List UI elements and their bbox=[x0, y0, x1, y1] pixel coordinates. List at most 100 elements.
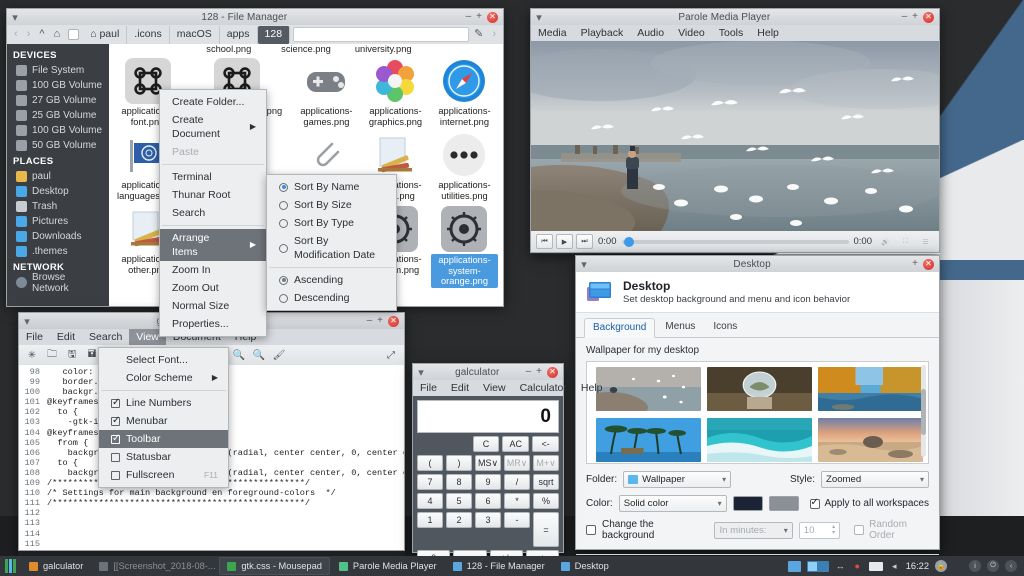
fm-sidebar[interactable]: DEVICESFile System100 GB Volume27 GB Vol… bbox=[7, 44, 109, 306]
calc-key-sqrt[interactable]: sqrt bbox=[533, 474, 559, 490]
sort-sort-by-name[interactable]: Sort By Name bbox=[267, 178, 396, 196]
view-statusbar[interactable]: Statusbar bbox=[99, 448, 228, 466]
record-icon[interactable]: ● bbox=[852, 561, 863, 572]
volume-icon[interactable]: ◂ bbox=[889, 561, 900, 572]
volume-icon[interactable]: 🔊 bbox=[877, 234, 894, 249]
breadcrumb-paul[interactable]: ⌂ paul bbox=[83, 26, 127, 44]
radio-icon[interactable] bbox=[279, 276, 288, 285]
calc-key-8[interactable]: 8 bbox=[446, 474, 472, 490]
menu-file[interactable]: File bbox=[19, 329, 50, 345]
fm-pathbar[interactable]: ‹ › ^ ⌂ ⌂ paul.iconsmacOSapps128 ✎ › bbox=[6, 25, 504, 44]
find-icon[interactable]: 🔍 bbox=[230, 347, 248, 363]
taskbar[interactable]: galculator[[Screenshot_2018-08-...gtk.cs… bbox=[0, 556, 1024, 576]
taskbar-item[interactable]: galculator bbox=[22, 557, 90, 575]
sidebar-item-paul[interactable]: paul bbox=[7, 169, 109, 184]
ctx-zoom-out[interactable]: Zoom Out bbox=[160, 279, 266, 297]
menu-help[interactable]: Help bbox=[574, 380, 610, 396]
calc-key-6[interactable]: 6 bbox=[475, 493, 501, 509]
menu-search[interactable]: Search bbox=[82, 329, 129, 345]
breadcrumb-macOS[interactable]: macOS bbox=[170, 26, 220, 44]
fm-minimize-button[interactable]: – bbox=[466, 12, 472, 22]
desktop-settings-window[interactable]: ▾ Desktop + ✕ Desktop Set desktop backgr… bbox=[575, 255, 940, 550]
sidebar-item-downloads[interactable]: Downloads bbox=[7, 229, 109, 244]
radio-icon[interactable] bbox=[279, 183, 288, 192]
parole-window[interactable]: ▾ Parole Media Player – + ✕ MediaPlaybac… bbox=[530, 8, 940, 254]
folder-combo[interactable]: Wallpaper ▾ bbox=[623, 471, 731, 488]
galc-minimize-button[interactable]: – bbox=[526, 367, 532, 377]
dsk-tabs[interactable]: BackgroundMenusIcons bbox=[576, 313, 939, 338]
galculator-keypad[interactable]: CAC<-()MS∨MR∨M+∨789/sqrt456*%123-=0,+/-+ bbox=[417, 436, 559, 566]
radio-icon[interactable] bbox=[279, 201, 288, 210]
mp-window-menu-icon[interactable]: ▾ bbox=[19, 315, 35, 328]
sidebar-item-27-gb-volume[interactable]: 27 GB Volume bbox=[7, 93, 109, 108]
up-button[interactable]: ^ bbox=[35, 26, 48, 43]
mp-maximize-button[interactable]: + bbox=[377, 316, 383, 326]
file-item[interactable]: applications-graphics.png bbox=[361, 56, 430, 130]
dsk-close-button[interactable]: ✕ bbox=[923, 259, 934, 270]
sidebar-item-themes[interactable]: .themes bbox=[7, 244, 109, 259]
calc-key-[interactable]: * bbox=[504, 493, 530, 509]
tab-icons[interactable]: Icons bbox=[705, 318, 745, 337]
calc-key-3[interactable]: 3 bbox=[475, 512, 501, 528]
view-color-scheme[interactable]: Color Scheme▶ bbox=[99, 369, 228, 387]
dsk-window-menu-icon[interactable]: ▾ bbox=[576, 258, 592, 271]
ctx-create-folder[interactable]: Create Folder... bbox=[160, 93, 266, 111]
battery-icon[interactable] bbox=[869, 562, 883, 571]
wallpaper-thumb[interactable] bbox=[818, 418, 923, 462]
parole-controls[interactable]: ⏮ ▶ ⏭ 0:00 0:00 🔊 ⛶ ☰ bbox=[530, 231, 940, 253]
calc-key-2[interactable]: 2 bbox=[446, 512, 472, 528]
ctx-properties[interactable]: Properties... bbox=[160, 315, 266, 333]
taskbar-item[interactable]: gtk.css - Mousepad bbox=[219, 557, 330, 575]
checkbox-icon[interactable]: ✓ bbox=[111, 435, 120, 444]
wallpaper-thumb[interactable] bbox=[596, 367, 701, 411]
open-file-icon[interactable]: 🗀 bbox=[43, 347, 61, 363]
menu-calculator[interactable]: Calculator bbox=[513, 380, 574, 396]
path-toggle-button[interactable] bbox=[68, 29, 79, 40]
wallpaper-grid[interactable] bbox=[586, 361, 929, 464]
playlist-icon[interactable]: ☰ bbox=[917, 234, 934, 249]
view-toolbar[interactable]: ✓Toolbar bbox=[99, 430, 228, 448]
fm-context-menu[interactable]: Create Folder...Create Document▶PasteTer… bbox=[159, 89, 267, 337]
breadcrumb-apps[interactable]: apps bbox=[220, 26, 258, 44]
file-item[interactable]: applications-system-orange.png bbox=[430, 204, 499, 291]
calc-key-4[interactable]: 4 bbox=[417, 493, 443, 509]
save-icon[interactable]: 🖫 bbox=[63, 347, 81, 363]
sidebar-item-trash[interactable]: Trash bbox=[7, 199, 109, 214]
interval-spinner[interactable]: 10 ▴▾ bbox=[799, 522, 840, 539]
new-document-icon[interactable]: ✳ bbox=[23, 347, 41, 363]
radio-icon[interactable] bbox=[279, 244, 288, 253]
calc-key-ms[interactable]: MS∨ bbox=[475, 455, 501, 471]
fm-maximize-button[interactable]: + bbox=[476, 12, 482, 22]
galc-menubar[interactable]: FileEditViewCalculatorHelp bbox=[412, 380, 564, 396]
sidebar-item-100-gb-volume[interactable]: 100 GB Volume bbox=[7, 123, 109, 138]
menu-video[interactable]: Video bbox=[671, 25, 712, 41]
taskbar-item[interactable]: [[Screenshot_2018-08-... bbox=[92, 557, 217, 575]
arrange-items-submenu[interactable]: Sort By NameSort By SizeSort By TypeSort… bbox=[266, 174, 397, 311]
file-manager-window[interactable]: ▾ 128 - File Manager – + ✕ ‹ › ^ ⌂ ⌂ pau… bbox=[6, 8, 504, 305]
highlight-icon[interactable]: 🖌 bbox=[270, 347, 288, 363]
fm-window-menu-icon[interactable]: ▾ bbox=[7, 11, 23, 24]
sidebar-item-100-gb-volume[interactable]: 100 GB Volume bbox=[7, 78, 109, 93]
ctx-zoom-in[interactable]: Zoom In bbox=[160, 261, 266, 279]
calc-key-[interactable]: ) bbox=[446, 455, 472, 471]
ctx-thunar-root[interactable]: Thunar Root bbox=[160, 186, 266, 204]
back-button[interactable]: ‹ bbox=[10, 26, 22, 43]
fm-close-button[interactable]: ✕ bbox=[487, 12, 498, 23]
forward-button[interactable]: › bbox=[23, 26, 35, 43]
color-combo[interactable]: Solid color ▾ bbox=[619, 495, 727, 512]
calc-key--[interactable]: - bbox=[504, 512, 530, 528]
galc-titlebar[interactable]: ▾ galculator – + ✕ bbox=[412, 363, 564, 380]
breadcrumb-dot-icons[interactable]: .icons bbox=[127, 26, 169, 44]
next-icon[interactable]: ⏭ bbox=[576, 234, 593, 249]
menu-view[interactable]: View bbox=[476, 380, 513, 396]
calc-key-[interactable]: % bbox=[533, 493, 559, 509]
secondary-color-swatch[interactable] bbox=[769, 496, 799, 511]
parole-titlebar[interactable]: ▾ Parole Media Player – + ✕ bbox=[530, 8, 940, 25]
radio-icon[interactable] bbox=[279, 219, 288, 228]
ctx-search[interactable]: Search bbox=[160, 204, 266, 222]
network-icon[interactable]: ↔ bbox=[835, 561, 846, 572]
calc-key-7[interactable]: 7 bbox=[417, 474, 443, 490]
taskbar-item[interactable]: Parole Media Player bbox=[332, 557, 444, 575]
change-background-checkbox[interactable] bbox=[586, 525, 596, 535]
calc-key-ac[interactable]: AC bbox=[502, 436, 529, 452]
